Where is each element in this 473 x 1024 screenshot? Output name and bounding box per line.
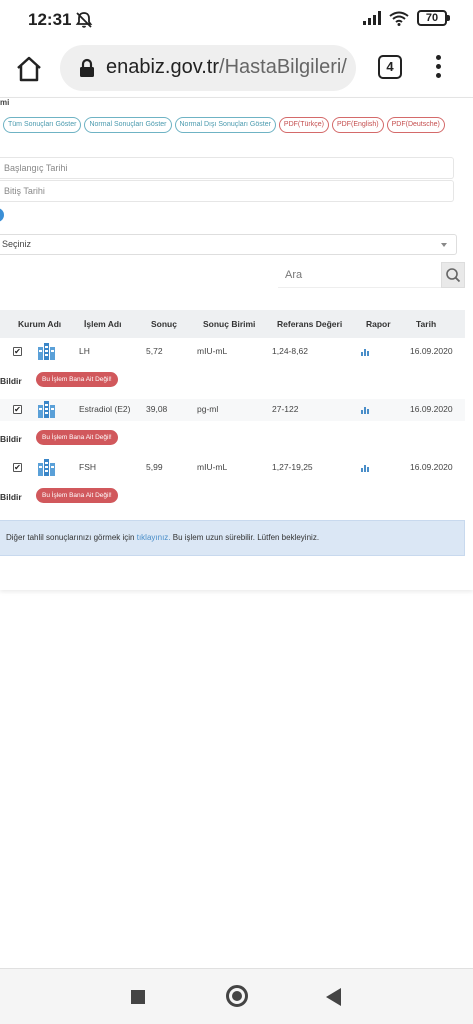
report-label: Bildir <box>0 492 22 502</box>
partial-section-label: mi <box>0 98 10 107</box>
table-row: ✔ FSH 5,99 mIU-mL 1,27-19,25 16.09.2020 … <box>0 457 465 513</box>
col-institution: Kurum Adı <box>18 319 62 329</box>
search-button[interactable] <box>441 262 465 288</box>
status-time: 12:31 <box>28 10 72 29</box>
info-alert: Diğer tahlil sonuçlarınızı görmek için t… <box>0 520 465 556</box>
result-value: 5,99 <box>146 462 163 472</box>
menu-icon[interactable] <box>430 55 446 81</box>
show-normal-results-button[interactable]: Normal Sonuçları Göster <box>84 117 172 133</box>
android-nav-bar <box>0 968 473 1024</box>
search-icon <box>446 268 461 283</box>
show-abnormal-results-button[interactable]: Normal Dışı Sonuçları Göster <box>174 117 276 133</box>
row-checkbox[interactable]: ✔ <box>13 463 22 472</box>
table-row-main: ✔ LH 5,72 mIU-mL 1,24-8,62 16.09.2020 <box>0 341 465 363</box>
reference-range: 1,27-19,25 <box>272 462 313 472</box>
result-value: 39,08 <box>146 404 168 414</box>
pdf-english-button[interactable]: PDF(English) <box>331 117 384 133</box>
table-row: ✔ Estradiol (E2) 39,08 pg-ml 27-122 16.0… <box>0 399 465 455</box>
col-reference: Referans Değeri <box>277 319 343 329</box>
start-date-field[interactable]: Başlangıç Tarihi <box>0 157 454 179</box>
url-text: enabiz.gov.tr/HastaBilgileri/ <box>106 56 347 79</box>
col-procedure: İşlem Adı <box>84 319 122 329</box>
table-row-main: ✔ FSH 5,99 mIU-mL 1,27-19,25 16.09.2020 <box>0 457 465 479</box>
procedure-name: Estradiol (E2) <box>79 404 131 414</box>
back-icon[interactable] <box>326 988 341 1006</box>
not-mine-button[interactable]: Bu İşlem Bana Ait Değil! <box>36 372 118 387</box>
hospital-building-icon <box>38 459 55 476</box>
result-unit: pg-ml <box>197 404 219 414</box>
url-domain: enabiz.gov.tr <box>106 56 220 78</box>
table-row: ✔ LH 5,72 mIU-mL 1,24-8,62 16.09.2020 Bi… <box>0 341 465 397</box>
hospital-building-icon <box>38 401 55 418</box>
category-select[interactable]: Seçiniz <box>0 234 457 255</box>
recents-icon[interactable] <box>131 990 145 1004</box>
procedure-name: FSH <box>79 462 96 472</box>
signal-icon <box>363 11 381 25</box>
tab-switcher-button[interactable]: 4 <box>378 55 402 79</box>
select-value: Seçiniz <box>2 239 32 249</box>
search-box <box>278 262 465 288</box>
result-unit: mIU-mL <box>197 346 228 356</box>
mute-icon <box>75 12 93 28</box>
results-table-header: Kurum Adı İşlem Adı Sonuç Sonuç Birimi R… <box>0 310 465 338</box>
chevron-down-icon <box>441 243 447 247</box>
report-label: Bildir <box>0 434 22 444</box>
col-report: Rapor <box>366 319 391 329</box>
bar-chart-icon[interactable] <box>361 349 370 356</box>
result-date: 16.09.2020 <box>410 346 453 356</box>
other-results-link[interactable]: tıklayınız. <box>137 533 171 542</box>
not-mine-button[interactable]: Bu İşlem Bana Ait Değil! <box>36 488 118 503</box>
status-bar: 12:31 70 <box>0 0 473 40</box>
home-icon[interactable] <box>14 54 44 84</box>
reference-range: 27-122 <box>272 404 299 414</box>
info-suffix: Bu işlem uzun sürebilir. Lütfen bekleyin… <box>170 533 320 542</box>
browser-toolbar: enabiz.gov.tr/HastaBilgileri/ 4 <box>0 40 473 98</box>
bar-chart-icon[interactable] <box>361 465 370 472</box>
table-row-main: ✔ Estradiol (E2) 39,08 pg-ml 27-122 16.0… <box>0 399 465 421</box>
col-unit: Sonuç Birimi <box>203 319 256 329</box>
page-content: mi Tüm Sonuçları Göster Normal Sonuçları… <box>0 98 473 590</box>
url-path: /HastaBilgileri/ <box>219 56 347 78</box>
bar-chart-icon[interactable] <box>361 407 370 414</box>
result-date: 16.09.2020 <box>410 404 453 414</box>
result-value: 5,72 <box>146 346 163 356</box>
home-circle-icon[interactable] <box>226 985 248 1007</box>
battery-icon: 70 <box>417 10 450 26</box>
filter-buttons: Tüm Sonuçları Göster Normal Sonuçları Gö… <box>3 117 445 133</box>
row-checkbox[interactable]: ✔ <box>13 347 22 356</box>
lock-icon <box>80 58 94 77</box>
wifi-icon <box>389 11 409 26</box>
hospital-building-icon <box>38 343 55 360</box>
col-result: Sonuç <box>151 319 177 329</box>
result-unit: mIU-mL <box>197 462 228 472</box>
result-date: 16.09.2020 <box>410 462 453 472</box>
pdf-turkish-button[interactable]: PDF(Türkçe) <box>278 117 329 133</box>
procedure-name: LH <box>79 346 90 356</box>
col-date: Tarih <box>416 319 437 329</box>
end-date-field[interactable]: Bitiş Tarihi <box>0 180 454 202</box>
not-mine-button[interactable]: Bu İşlem Bana Ait Değil! <box>36 430 118 445</box>
date-submit-button[interactable] <box>0 208 4 222</box>
address-bar[interactable]: enabiz.gov.tr/HastaBilgileri/ <box>60 45 356 91</box>
search-input[interactable] <box>278 262 441 288</box>
show-all-results-button[interactable]: Tüm Sonuçları Göster <box>3 117 82 133</box>
info-prefix: Diğer tahlil sonuçlarınızı görmek için <box>6 533 137 542</box>
row-checkbox[interactable]: ✔ <box>13 405 22 414</box>
pdf-german-button[interactable]: PDF(Deutsche) <box>386 117 445 133</box>
report-label: Bildir <box>0 376 22 386</box>
reference-range: 1,24-8,62 <box>272 346 308 356</box>
